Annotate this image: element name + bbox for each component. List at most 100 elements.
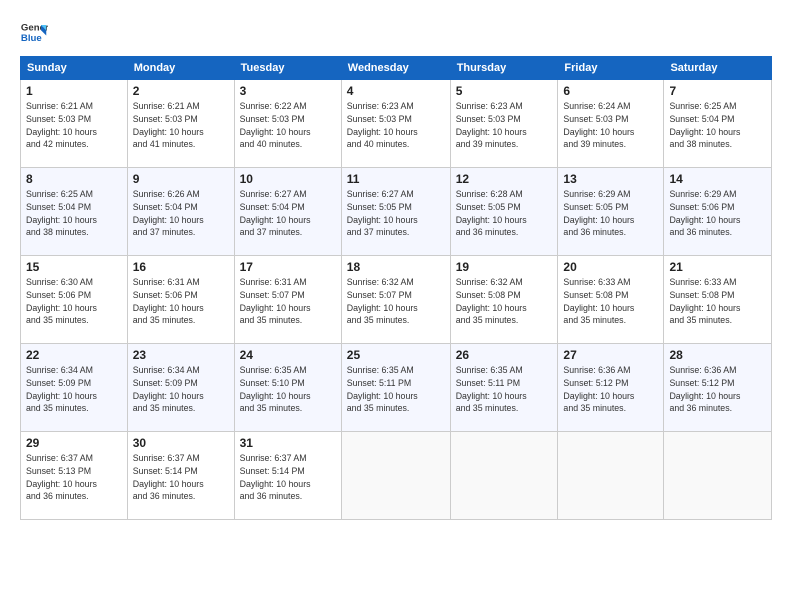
day-info: Sunrise: 6:36 AM Sunset: 5:12 PM Dayligh…: [563, 364, 658, 415]
day-info: Sunrise: 6:27 AM Sunset: 5:04 PM Dayligh…: [240, 188, 336, 239]
calendar-cell: [664, 432, 772, 520]
calendar-cell: 20Sunrise: 6:33 AM Sunset: 5:08 PM Dayli…: [558, 256, 664, 344]
calendar-cell: 24Sunrise: 6:35 AM Sunset: 5:10 PM Dayli…: [234, 344, 341, 432]
day-number: 18: [347, 260, 445, 274]
day-number: 6: [563, 84, 658, 98]
calendar-body: 1 Sunrise: 6:21 AM Sunset: 5:03 PM Daylig…: [21, 80, 772, 520]
day-number: 10: [240, 172, 336, 186]
calendar-cell: 13 Sunrise: 6:29 AM Sunset: 5:05 PM Dayli…: [558, 168, 664, 256]
calendar-cell: [558, 432, 664, 520]
day-number: 3: [240, 84, 336, 98]
day-info: Sunrise: 6:32 AM Sunset: 5:07 PM Dayligh…: [347, 276, 445, 327]
logo: General Blue: [20, 18, 48, 46]
calendar-cell: 7Sunrise: 6:25 AM Sunset: 5:04 PM Daylig…: [664, 80, 772, 168]
calendar-cell: 1 Sunrise: 6:21 AM Sunset: 5:03 PM Daylig…: [21, 80, 128, 168]
day-number: 30: [133, 436, 229, 450]
day-info: Sunrise: 6:29 AM Sunset: 5:06 PM Dayligh…: [669, 188, 766, 239]
day-number: 29: [26, 436, 122, 450]
day-info: Sunrise: 6:37 AM Sunset: 5:14 PM Dayligh…: [133, 452, 229, 503]
calendar-cell: 21 Sunrise: 6:33 AM Sunset: 5:08 PM Dayli…: [664, 256, 772, 344]
calendar-week-row: 8 Sunrise: 6:25 AM Sunset: 5:04 PM Daylig…: [21, 168, 772, 256]
calendar-cell: 25 Sunrise: 6:35 AM Sunset: 5:11 PM Dayli…: [341, 344, 450, 432]
day-number: 23: [133, 348, 229, 362]
day-number: 25: [347, 348, 445, 362]
day-number: 7: [669, 84, 766, 98]
calendar-cell: 8 Sunrise: 6:25 AM Sunset: 5:04 PM Daylig…: [21, 168, 128, 256]
header-cell-friday: Friday: [558, 57, 664, 80]
calendar-cell: 19 Sunrise: 6:32 AM Sunset: 5:08 PM Dayli…: [450, 256, 558, 344]
day-number: 14: [669, 172, 766, 186]
day-info: Sunrise: 6:25 AM Sunset: 5:04 PM Dayligh…: [26, 188, 122, 239]
day-info: Sunrise: 6:29 AM Sunset: 5:05 PM Dayligh…: [563, 188, 658, 239]
day-number: 8: [26, 172, 122, 186]
calendar-table: SundayMondayTuesdayWednesdayThursdayFrid…: [20, 56, 772, 520]
day-number: 21: [669, 260, 766, 274]
day-number: 19: [456, 260, 553, 274]
day-info: Sunrise: 6:32 AM Sunset: 5:08 PM Dayligh…: [456, 276, 553, 327]
calendar-week-row: 1 Sunrise: 6:21 AM Sunset: 5:03 PM Daylig…: [21, 80, 772, 168]
calendar-week-row: 29 Sunrise: 6:37 AM Sunset: 5:13 PM Dayli…: [21, 432, 772, 520]
logo-icon: General Blue: [20, 18, 48, 46]
svg-text:Blue: Blue: [21, 33, 42, 44]
day-number: 26: [456, 348, 553, 362]
header: General Blue: [20, 18, 772, 46]
day-number: 2: [133, 84, 229, 98]
day-number: 16: [133, 260, 229, 274]
day-info: Sunrise: 6:34 AM Sunset: 5:09 PM Dayligh…: [26, 364, 122, 415]
header-cell-sunday: Sunday: [21, 57, 128, 80]
calendar-cell: [341, 432, 450, 520]
calendar-cell: 12Sunrise: 6:28 AM Sunset: 5:05 PM Dayli…: [450, 168, 558, 256]
header-cell-monday: Monday: [127, 57, 234, 80]
day-number: 13: [563, 172, 658, 186]
day-info: Sunrise: 6:31 AM Sunset: 5:07 PM Dayligh…: [240, 276, 336, 327]
day-number: 17: [240, 260, 336, 274]
day-number: 22: [26, 348, 122, 362]
calendar-cell: 2Sunrise: 6:21 AM Sunset: 5:03 PM Daylig…: [127, 80, 234, 168]
day-number: 27: [563, 348, 658, 362]
day-number: 9: [133, 172, 229, 186]
day-info: Sunrise: 6:24 AM Sunset: 5:03 PM Dayligh…: [563, 100, 658, 151]
day-number: 1: [26, 84, 122, 98]
calendar-week-row: 15 Sunrise: 6:30 AM Sunset: 5:06 PM Dayli…: [21, 256, 772, 344]
day-info: Sunrise: 6:36 AM Sunset: 5:12 PM Dayligh…: [669, 364, 766, 415]
calendar-cell: 22 Sunrise: 6:34 AM Sunset: 5:09 PM Dayli…: [21, 344, 128, 432]
calendar-cell: 4 Sunrise: 6:23 AM Sunset: 5:03 PM Daylig…: [341, 80, 450, 168]
day-number: 5: [456, 84, 553, 98]
page: General Blue SundayMondayTuesdayWednesda…: [0, 0, 792, 612]
day-info: Sunrise: 6:35 AM Sunset: 5:10 PM Dayligh…: [240, 364, 336, 415]
day-info: Sunrise: 6:34 AM Sunset: 5:09 PM Dayligh…: [133, 364, 229, 415]
day-info: Sunrise: 6:33 AM Sunset: 5:08 PM Dayligh…: [563, 276, 658, 327]
calendar-cell: 31 Sunrise: 6:37 AM Sunset: 5:14 PM Dayli…: [234, 432, 341, 520]
header-cell-saturday: Saturday: [664, 57, 772, 80]
day-info: Sunrise: 6:37 AM Sunset: 5:13 PM Dayligh…: [26, 452, 122, 503]
calendar-cell: 28 Sunrise: 6:36 AM Sunset: 5:12 PM Dayli…: [664, 344, 772, 432]
calendar-cell: 5Sunrise: 6:23 AM Sunset: 5:03 PM Daylig…: [450, 80, 558, 168]
calendar-cell: [450, 432, 558, 520]
day-info: Sunrise: 6:27 AM Sunset: 5:05 PM Dayligh…: [347, 188, 445, 239]
day-number: 31: [240, 436, 336, 450]
calendar-cell: 17 Sunrise: 6:31 AM Sunset: 5:07 PM Dayli…: [234, 256, 341, 344]
calendar-cell: 10 Sunrise: 6:27 AM Sunset: 5:04 PM Dayli…: [234, 168, 341, 256]
calendar-cell: 26Sunrise: 6:35 AM Sunset: 5:11 PM Dayli…: [450, 344, 558, 432]
day-info: Sunrise: 6:37 AM Sunset: 5:14 PM Dayligh…: [240, 452, 336, 503]
day-number: 15: [26, 260, 122, 274]
day-number: 28: [669, 348, 766, 362]
header-cell-tuesday: Tuesday: [234, 57, 341, 80]
day-number: 4: [347, 84, 445, 98]
calendar-cell: 16Sunrise: 6:31 AM Sunset: 5:06 PM Dayli…: [127, 256, 234, 344]
calendar-cell: 6 Sunrise: 6:24 AM Sunset: 5:03 PM Daylig…: [558, 80, 664, 168]
day-info: Sunrise: 6:30 AM Sunset: 5:06 PM Dayligh…: [26, 276, 122, 327]
day-info: Sunrise: 6:21 AM Sunset: 5:03 PM Dayligh…: [26, 100, 122, 151]
day-info: Sunrise: 6:33 AM Sunset: 5:08 PM Dayligh…: [669, 276, 766, 327]
day-number: 11: [347, 172, 445, 186]
calendar-week-row: 22 Sunrise: 6:34 AM Sunset: 5:09 PM Dayli…: [21, 344, 772, 432]
day-info: Sunrise: 6:23 AM Sunset: 5:03 PM Dayligh…: [347, 100, 445, 151]
header-cell-thursday: Thursday: [450, 57, 558, 80]
calendar-cell: 18 Sunrise: 6:32 AM Sunset: 5:07 PM Dayli…: [341, 256, 450, 344]
calendar-cell: 27 Sunrise: 6:36 AM Sunset: 5:12 PM Dayli…: [558, 344, 664, 432]
day-info: Sunrise: 6:35 AM Sunset: 5:11 PM Dayligh…: [347, 364, 445, 415]
day-info: Sunrise: 6:26 AM Sunset: 5:04 PM Dayligh…: [133, 188, 229, 239]
day-number: 12: [456, 172, 553, 186]
calendar-header-row: SundayMondayTuesdayWednesdayThursdayFrid…: [21, 57, 772, 80]
calendar-cell: 14 Sunrise: 6:29 AM Sunset: 5:06 PM Dayli…: [664, 168, 772, 256]
